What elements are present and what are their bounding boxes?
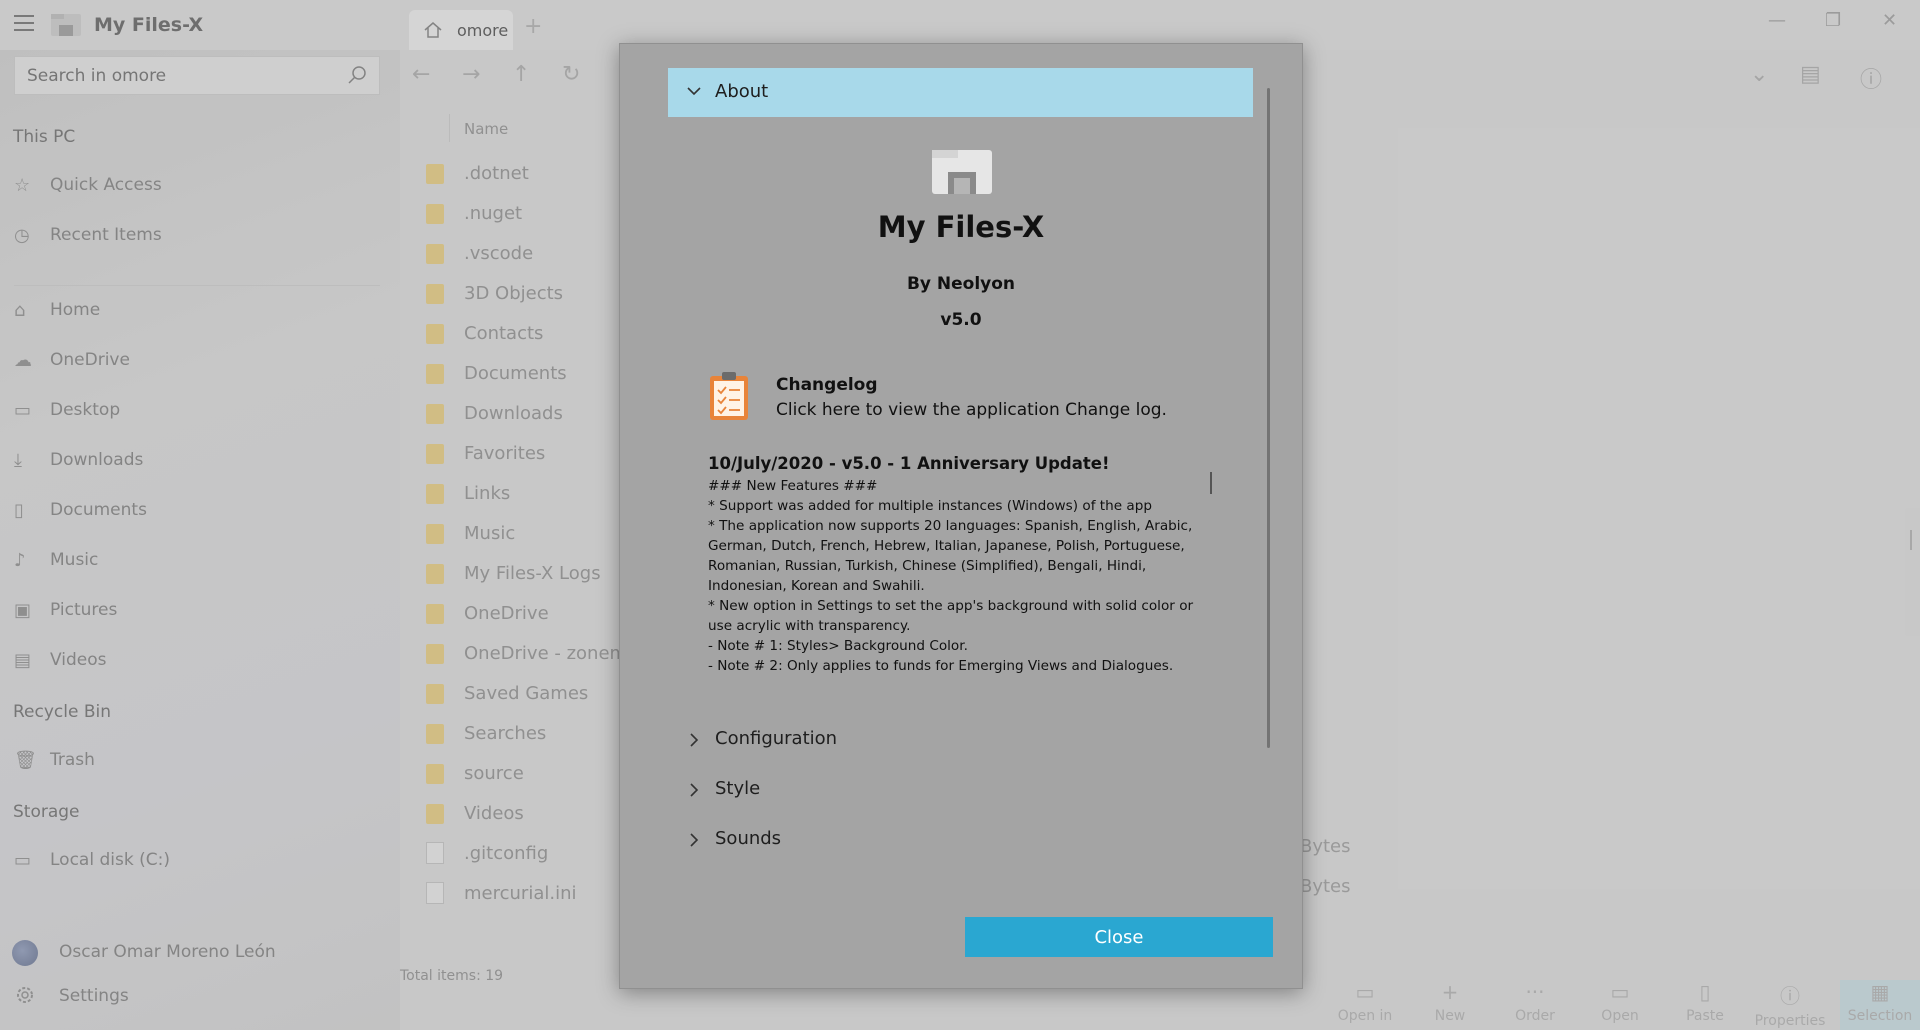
release-notes-title: 10/July/2020 - v5.0 - 1 Anniversary Upda… [708, 454, 1110, 473]
section-title: Sounds [715, 828, 782, 849]
chevron-right-icon [690, 733, 699, 747]
release-note-line: * New option in Settings to set the app'… [708, 598, 1194, 634]
chevron-right-icon [690, 783, 699, 797]
release-note-line: ### New Features ### [708, 478, 878, 494]
release-note-line: - Note # 1: Styles> Background Color. [708, 638, 968, 654]
release-note-line: * Support was added for multiple instanc… [708, 498, 1153, 514]
configuration-accordion[interactable]: Configuration [668, 719, 1253, 759]
about-title: About [715, 81, 769, 102]
dialog-scrollbar[interactable] [1267, 88, 1270, 748]
dialog-app-name: My Files-X [877, 210, 1045, 244]
changelog-link[interactable]: Click here to view the application Chang… [776, 400, 1167, 420]
release-note-line: - Note # 2: Only applies to funds for Em… [708, 658, 1174, 674]
notes-scrollbar[interactable] [1210, 472, 1212, 494]
close-button[interactable]: Close [965, 917, 1273, 957]
about-accordion-header[interactable]: About [668, 68, 1253, 117]
about-dialog: About My Files-X By Neolyon v5.0 Changel… [619, 43, 1303, 989]
style-accordion[interactable]: Style [668, 769, 1253, 809]
changelog-title[interactable]: Changelog [776, 375, 878, 395]
section-title: Style [715, 778, 761, 799]
dialog-author: By Neolyon [906, 274, 1016, 294]
release-note-line: * The application now supports 20 langua… [708, 518, 1193, 594]
chevron-right-icon [690, 833, 699, 847]
app-logo-icon [932, 150, 992, 194]
dialog-version: v5.0 [940, 310, 982, 330]
release-notes[interactable]: 10/July/2020 - v5.0 - 1 Anniversary Upda… [708, 454, 1218, 680]
chevron-down-icon [687, 87, 701, 96]
sounds-accordion[interactable]: Sounds [668, 819, 1253, 859]
clipboard-checklist-icon[interactable] [708, 370, 750, 422]
section-title: Configuration [715, 728, 838, 749]
app-window: My Files-X omore + — ❐ ✕ This PC ☆ Quick… [0, 0, 1920, 1030]
